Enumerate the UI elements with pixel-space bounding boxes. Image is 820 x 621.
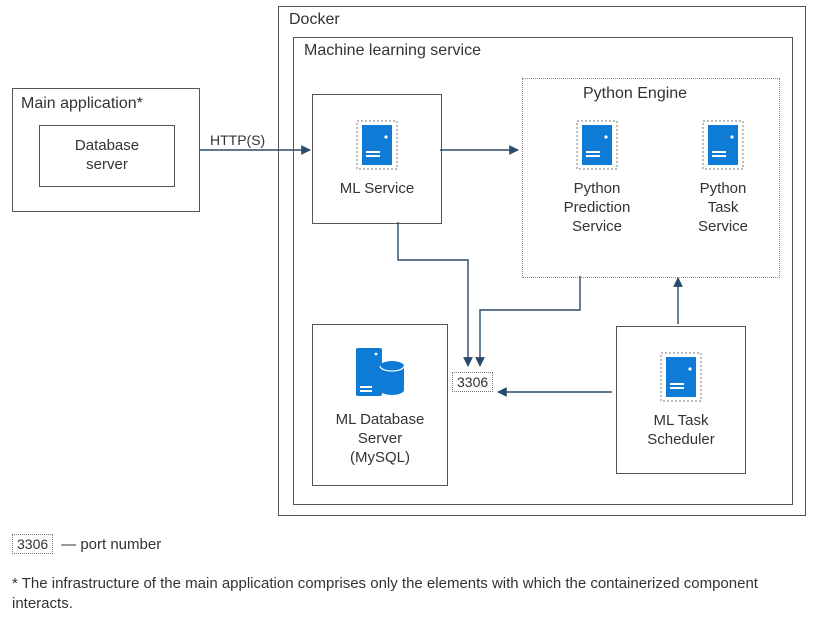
http-edge-label: HTTP(S) — [210, 132, 265, 148]
architecture-diagram: Main application* Database server Docker… — [0, 0, 820, 621]
python-prediction-label: Python Prediction Service — [537, 180, 657, 236]
ml-db-port-badge: 3306 — [452, 372, 493, 392]
ml-task-scheduler: ML Task Scheduler — [616, 326, 746, 474]
python-task-label: Python Task Service — [675, 180, 771, 236]
ml-database-server: ML Database Server (MySQL) — [312, 324, 448, 486]
database-server-label: Database server — [75, 137, 139, 175]
ml-service-label: ML Service — [340, 180, 414, 199]
port-legend-sample: 3306 — [12, 534, 53, 554]
python-task-service: Python Task Service — [675, 119, 771, 236]
main-application-title: Main application* — [21, 95, 143, 113]
python-engine-title: Python Engine — [583, 85, 687, 103]
docker-title: Docker — [289, 11, 340, 29]
service-door-icon — [659, 351, 703, 406]
docker-box: Docker Machine learning service ML Servi… — [278, 6, 806, 516]
ml-service-container-title: Machine learning service — [304, 42, 481, 60]
service-door-icon — [575, 158, 619, 174]
ml-service-container-box: Machine learning service ML Service Pyth… — [293, 37, 793, 505]
port-legend: 3306 — port number — [12, 534, 161, 554]
ml-database-label: ML Database Server (MySQL) — [336, 411, 425, 467]
footnote-text: * The infrastructure of the main applica… — [12, 574, 812, 615]
python-engine-box: Python Engine Python Prediction Service — [522, 78, 780, 278]
service-door-icon — [701, 158, 745, 174]
service-door-icon — [355, 119, 399, 174]
main-application-box: Main application* Database server — [12, 88, 200, 212]
ml-service-component: ML Service — [312, 94, 442, 224]
database-icon — [352, 342, 408, 405]
port-legend-text: — port number — [61, 536, 161, 553]
python-prediction-service: Python Prediction Service — [537, 119, 657, 236]
ml-task-scheduler-label: ML Task Scheduler — [647, 412, 715, 450]
database-server-box: Database server — [39, 125, 175, 187]
